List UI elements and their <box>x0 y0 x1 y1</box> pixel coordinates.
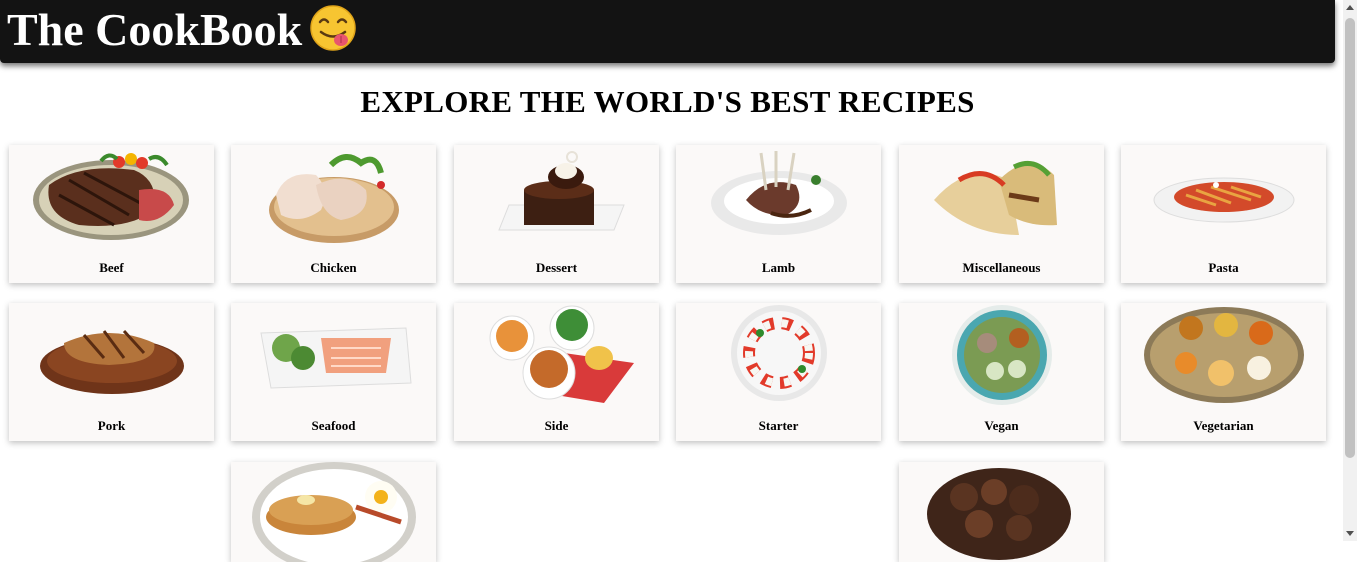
category-card-side[interactable]: Side <box>454 303 659 441</box>
scroll-down-arrow-icon[interactable] <box>1346 531 1354 536</box>
brand[interactable]: The CookBook <box>7 2 358 58</box>
page-scrollbar[interactable] <box>1343 0 1357 541</box>
yum-face-icon <box>310 5 356 51</box>
category-label: Pasta <box>1208 260 1239 275</box>
category-label: Lamb <box>761 260 796 275</box>
category-card-breakfast[interactable] <box>231 462 436 562</box>
category-label: Beef <box>99 260 124 275</box>
category-label: Vegan <box>984 418 1019 433</box>
category-card-goat[interactable] <box>899 462 1104 562</box>
category-label: Seafood <box>311 418 356 433</box>
scroll-up-arrow-icon[interactable] <box>1346 5 1354 10</box>
starter-image <box>731 305 827 401</box>
dessert-image <box>498 151 625 231</box>
category-label: Side <box>544 418 569 433</box>
category-card-seafood[interactable]: Seafood <box>231 303 436 441</box>
app-header: The CookBook <box>0 0 1335 63</box>
goat-image <box>919 462 1079 562</box>
category-card-vegetarian[interactable]: Vegetarian <box>1121 303 1326 441</box>
scrollbar-thumb[interactable] <box>1345 18 1355 458</box>
brand-title: The CookBook <box>7 4 303 55</box>
lamb-image <box>711 151 847 235</box>
category-card-pork[interactable]: Pork <box>9 303 214 441</box>
seafood-image <box>260 327 412 389</box>
page-heading: EXPLORE THE WORLD'S BEST RECIPES <box>360 84 975 119</box>
tacos-image <box>934 160 1057 235</box>
pork-image <box>40 329 184 394</box>
category-card-miscellaneous[interactable]: Miscellaneous <box>899 145 1104 283</box>
category-label: Miscellaneous <box>962 260 1041 275</box>
category-label: Pork <box>97 418 126 433</box>
category-card-chicken[interactable]: Chicken <box>231 145 436 283</box>
side-image <box>489 305 634 403</box>
beef-image <box>33 153 189 240</box>
chicken-image <box>269 154 399 243</box>
breakfast-image <box>252 462 416 562</box>
pasta-image <box>1153 177 1295 223</box>
category-card-vegan[interactable]: Vegan <box>899 303 1104 441</box>
category-label: Vegetarian <box>1193 418 1254 433</box>
category-card-dessert[interactable]: Dessert <box>454 145 659 283</box>
category-label: Chicken <box>310 260 357 275</box>
vegetarian-image <box>1144 307 1304 403</box>
category-card-starter[interactable]: Starter <box>676 303 881 441</box>
vegan-image <box>952 305 1052 405</box>
category-label: Dessert <box>535 260 578 275</box>
category-card-pasta[interactable]: Pasta <box>1121 145 1326 283</box>
category-card-lamb[interactable]: Lamb <box>676 145 881 283</box>
category-card-beef[interactable]: Beef <box>9 145 214 283</box>
category-label: Starter <box>758 418 799 433</box>
